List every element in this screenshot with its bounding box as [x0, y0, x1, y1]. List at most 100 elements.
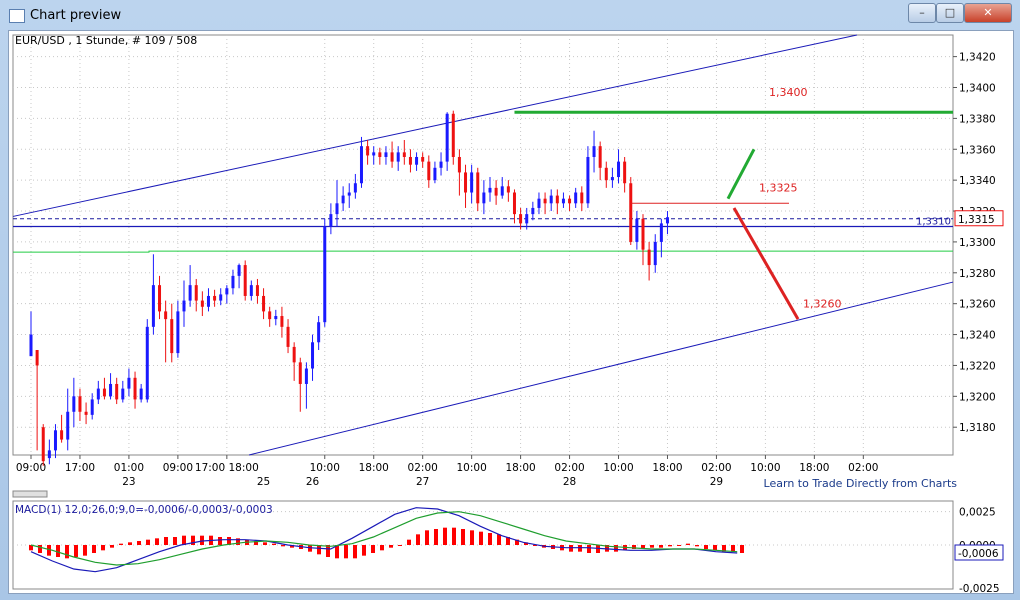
macd-histogram-bar	[74, 545, 78, 557]
x-tick-label: 17:00	[65, 462, 95, 474]
macd-histogram-bar	[101, 545, 105, 551]
candle-body	[151, 285, 155, 327]
learn-to-trade-link[interactable]: Learn to Trade Directly from Charts	[764, 477, 958, 490]
candle-body	[476, 172, 480, 204]
macd-histogram-bar	[119, 543, 123, 545]
macd-histogram-bar	[380, 545, 384, 551]
candle-body	[665, 217, 669, 224]
candle-body	[286, 326, 290, 347]
macd-histogram-bar	[191, 535, 195, 545]
y-tick-label: 1,3420	[959, 52, 996, 64]
candle-body	[243, 265, 247, 296]
candle-body	[280, 316, 284, 327]
macd-histogram-bar	[416, 534, 420, 545]
candle-body	[237, 265, 241, 276]
macd-histogram-bar	[65, 545, 69, 559]
candle-body	[121, 388, 125, 400]
candle-body	[378, 152, 382, 157]
candle-body	[139, 388, 143, 400]
candle-body	[366, 146, 370, 156]
candle-body	[647, 249, 651, 266]
macd-histogram-bar	[353, 545, 357, 559]
candle-body	[298, 362, 302, 384]
candle-body	[213, 295, 217, 301]
macd-histogram-bar	[137, 541, 141, 545]
x-tick-label: 10:00	[603, 462, 633, 474]
candle-body	[586, 156, 590, 204]
candle-body	[568, 198, 572, 204]
candle-body	[90, 399, 94, 415]
maximize-button[interactable]: □	[936, 3, 964, 23]
panel-splitter-handle[interactable]	[12, 490, 48, 498]
candle-body	[188, 285, 192, 301]
candle-body	[421, 156, 425, 162]
date-label: 28	[563, 476, 576, 488]
candle-body	[225, 288, 229, 295]
candle-body	[488, 187, 492, 193]
candle-body	[506, 186, 510, 193]
macd-histogram-bar	[317, 545, 321, 555]
candle-body	[249, 285, 253, 296]
date-label: 23	[122, 476, 135, 488]
x-tick-label: 18:00	[652, 462, 682, 474]
macd-histogram-bar	[146, 539, 150, 545]
macd-histogram-bar	[155, 538, 159, 545]
macd-histogram-bar	[704, 545, 708, 549]
x-tick-label: 01:00	[114, 462, 144, 474]
current-price-label: 1,3315	[958, 214, 995, 226]
candle-body	[457, 156, 461, 173]
candle-body	[659, 223, 663, 242]
macd-histogram-bar	[578, 545, 582, 552]
candle-body	[531, 207, 535, 215]
date-label: 26	[306, 476, 320, 488]
candle-body	[445, 113, 449, 162]
macd-histogram-bar	[668, 545, 672, 547]
candle-body	[262, 295, 266, 312]
candle-body	[41, 427, 45, 462]
macd-histogram-bar	[173, 537, 177, 545]
candle-body	[610, 177, 614, 181]
candle-body	[96, 388, 100, 400]
candle-body	[231, 275, 235, 289]
candle-body	[543, 198, 547, 204]
date-label: 25	[257, 476, 270, 488]
macd-histogram-bar	[164, 537, 168, 545]
candle-body	[182, 300, 186, 312]
minimize-button[interactable]: –	[908, 3, 936, 23]
close-button[interactable]: ✕	[964, 3, 1012, 23]
candle-body	[525, 214, 529, 224]
y-tick-label: 1,3220	[959, 360, 996, 372]
candle-body	[268, 311, 272, 320]
lower-target-label: 1,3260	[803, 298, 842, 311]
macd-histogram-bar	[677, 545, 681, 546]
chart-client-area: 1,34201,34001,33801,33601,33401,33201,33…	[8, 30, 1014, 595]
candle-body	[598, 146, 602, 168]
price-panel-frame	[12, 34, 954, 456]
macd-current-label: -0,0006	[958, 548, 999, 560]
macd-histogram-bar	[587, 545, 591, 553]
macd-bottom-tick-label: -0,0025	[959, 583, 1000, 593]
candle-body	[311, 342, 315, 369]
chart-canvas[interactable]: 1,34201,34001,33801,33601,33401,33201,33…	[9, 31, 1013, 595]
candle-body	[102, 388, 106, 397]
candle-body	[72, 396, 76, 412]
y-tick-label: 1,3400	[959, 83, 996, 95]
macd-histogram-bar	[695, 545, 699, 547]
y-tick-label: 1,3180	[959, 422, 996, 434]
x-tick-label: 10:00	[750, 462, 780, 474]
candle-body	[384, 152, 388, 157]
candle-body	[494, 187, 498, 196]
candle-body	[47, 450, 51, 459]
macd-histogram-bar	[731, 545, 735, 552]
macd-histogram-bar	[362, 545, 366, 556]
candle-body	[164, 311, 168, 320]
candle-body	[323, 226, 327, 323]
title-bar[interactable]: Chart preview – □ ✕	[0, 0, 1020, 30]
candle-body	[592, 146, 596, 157]
candle-body	[219, 294, 223, 301]
x-tick-label: 10:00	[310, 462, 340, 474]
x-tick-label: 02:00	[408, 462, 438, 474]
macd-histogram-bar	[452, 527, 456, 545]
candle-body	[353, 183, 357, 193]
candle-body	[78, 396, 82, 412]
